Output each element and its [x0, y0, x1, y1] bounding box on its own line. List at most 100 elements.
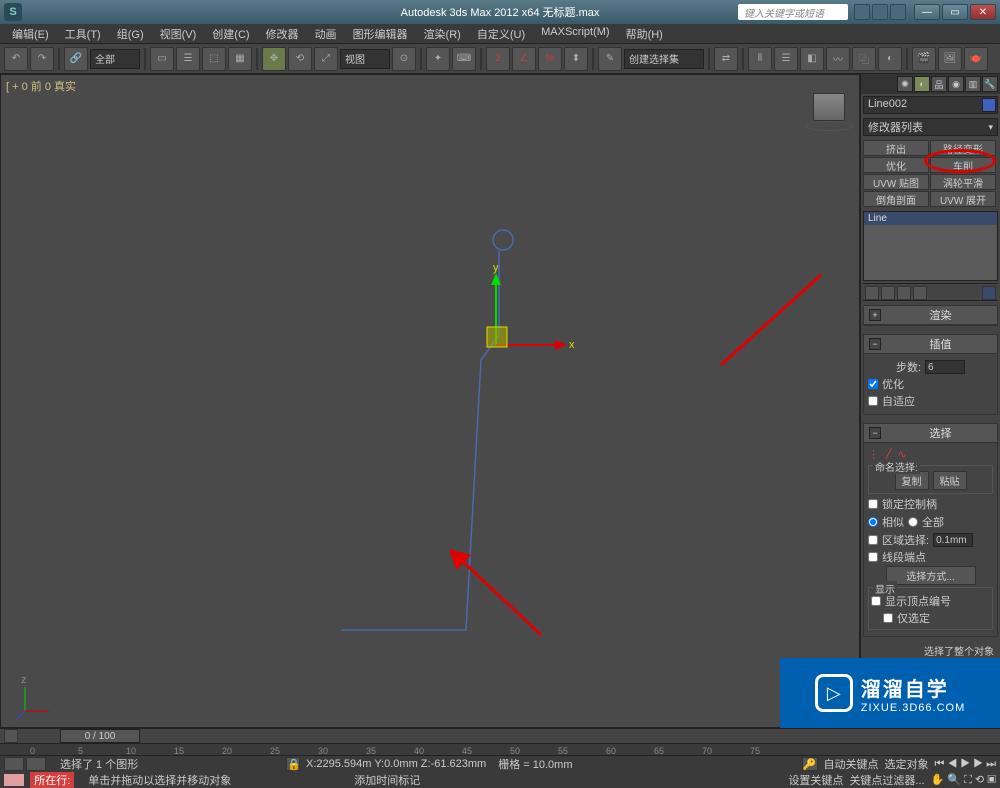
configure-sets-icon[interactable] — [982, 286, 996, 300]
maxscript-listener-icon[interactable] — [4, 757, 24, 771]
stack-item-line[interactable]: Line — [864, 212, 997, 225]
modifier-list-dropdown[interactable]: 修改器列表 — [863, 118, 998, 136]
modifier-pathdeform-button[interactable]: 路径变形 — [930, 140, 996, 156]
steps-spinner[interactable]: 6 — [925, 360, 965, 374]
menu-view[interactable]: 视图(V) — [152, 24, 205, 43]
menu-animation[interactable]: 动画 — [307, 24, 345, 43]
signin-icon[interactable] — [872, 4, 888, 20]
schematic-button[interactable]: ⿻ — [852, 47, 876, 71]
modifier-turbosmooth-button[interactable]: 涡轮平滑 — [930, 174, 996, 190]
show-end-result-icon[interactable] — [881, 286, 895, 300]
zoom-extents-icon[interactable]: ⛶ — [964, 774, 972, 786]
spinner-snap-button[interactable]: ⬍ — [564, 47, 588, 71]
object-color-swatch[interactable] — [982, 98, 996, 112]
filter-dropdown[interactable]: 全部 — [90, 49, 140, 69]
viewport-label[interactable]: [ + 0 前 0 真实 — [6, 78, 76, 94]
graphite-button[interactable]: ◧ — [800, 47, 824, 71]
key-filter-button[interactable]: 关键点过滤器... — [849, 772, 924, 788]
rollout-render-header[interactable]: 渲染 — [864, 306, 997, 325]
named-selection-dropdown[interactable]: 创建选择集 — [624, 49, 704, 69]
segment-end-checkbox[interactable]: 线段端点 — [868, 549, 993, 565]
make-unique-icon[interactable] — [897, 286, 911, 300]
select-button[interactable]: ▭ — [150, 47, 174, 71]
select-name-button[interactable]: ☰ — [176, 47, 200, 71]
add-timetag[interactable]: 添加时间标记 — [354, 772, 420, 788]
rollout-interp-header[interactable]: 插值 — [864, 335, 997, 354]
undo-button[interactable]: ↶ — [4, 47, 28, 71]
material-editor-button[interactable]: ◐ — [878, 47, 902, 71]
menu-edit[interactable]: 编辑(E) — [4, 24, 57, 43]
menu-render[interactable]: 渲染(R) — [416, 24, 469, 43]
window-crossing-button[interactable]: ▦ — [228, 47, 252, 71]
tab-hierarchy-icon[interactable]: 品 — [931, 76, 947, 92]
close-button[interactable]: ✕ — [970, 4, 996, 20]
selected-set-dropdown[interactable]: 选定对象 — [885, 756, 929, 772]
modifier-uvwmap-button[interactable]: UVW 贴图 — [863, 174, 929, 190]
pan-icon[interactable]: ✋ — [931, 774, 945, 786]
pin-stack-icon[interactable] — [865, 286, 879, 300]
lock-icon[interactable]: 🔒 — [286, 757, 300, 771]
modifier-extrude-button[interactable]: 挤出 — [863, 140, 929, 156]
coord-y-field[interactable]: 0.0mm — [384, 758, 418, 770]
render-setup-button[interactable]: 🎬 — [912, 47, 936, 71]
menu-graph-editors[interactable]: 图形编辑器 — [345, 24, 416, 43]
link-button[interactable]: 🔗 — [64, 47, 88, 71]
scale-button[interactable]: ⤢ — [314, 47, 338, 71]
menu-maxscript[interactable]: MAXScript(M) — [533, 24, 617, 43]
menu-group[interactable]: 组(G) — [109, 24, 152, 43]
alike-radio[interactable]: 相似 — [868, 514, 904, 530]
autokey-button[interactable]: 自动关键点 — [824, 756, 879, 772]
timeline-ruler[interactable]: 0 5 10 15 20 25 30 35 40 45 50 55 60 65 … — [0, 744, 1000, 756]
paste-selection-button[interactable]: 粘贴 — [933, 471, 967, 490]
keyboard-shortcut-button[interactable]: ⌨ — [452, 47, 476, 71]
maximize-viewport-icon[interactable]: ▣ — [987, 774, 996, 786]
pivot-button[interactable]: ⊙ — [392, 47, 416, 71]
setkey-button[interactable]: 设置关键点 — [788, 772, 843, 788]
maxscript-mini-icon[interactable] — [26, 757, 46, 771]
key-icon[interactable]: 🔑 — [802, 757, 818, 771]
snap-percent-button[interactable]: % — [538, 47, 562, 71]
tab-display-icon[interactable]: ▥ — [965, 76, 981, 92]
modifier-uvwunwrap-button[interactable]: UVW 展开 — [930, 191, 996, 207]
curve-editor-button[interactable]: 〰 — [826, 47, 850, 71]
tab-motion-icon[interactable]: ◉ — [948, 76, 964, 92]
coord-x-field[interactable]: 2295.594m — [316, 758, 371, 770]
maximize-button[interactable]: ▭ — [942, 4, 968, 20]
snap-2d-button[interactable]: 2 — [486, 47, 510, 71]
layers-button[interactable]: ☰ — [774, 47, 798, 71]
minimize-button[interactable]: — — [914, 4, 940, 20]
remove-modifier-icon[interactable] — [913, 286, 927, 300]
manipulate-button[interactable]: ✦ — [426, 47, 450, 71]
menu-help[interactable]: 帮助(H) — [618, 24, 671, 43]
menu-modifiers[interactable]: 修改器 — [258, 24, 307, 43]
align-button[interactable]: ⫴ — [748, 47, 772, 71]
modifier-bevelprofile-button[interactable]: 倒角剖面 — [863, 191, 929, 207]
menu-create[interactable]: 创建(C) — [204, 24, 257, 43]
time-slider-thumb[interactable]: 0 / 100 — [60, 729, 140, 743]
rendered-frame-button[interactable]: 🖼 — [938, 47, 962, 71]
timeslider-left-icon[interactable] — [4, 729, 18, 743]
selected-only-checkbox[interactable]: 仅选定 — [883, 610, 990, 626]
zoom-icon[interactable]: 🔍 — [947, 774, 961, 786]
area-select-spinner[interactable]: 0.1mm — [933, 533, 973, 547]
render-button[interactable]: 🫖 — [964, 47, 988, 71]
search-icon[interactable] — [854, 4, 870, 20]
search-input[interactable]: 键入关键字或短语 — [738, 4, 848, 20]
coord-z-field[interactable]: -61.623mm — [431, 758, 487, 770]
modifier-stack[interactable]: Line — [863, 211, 998, 281]
refcoord-dropdown[interactable]: 视图 — [340, 49, 390, 69]
adaptive-checkbox[interactable]: 自适应 — [868, 393, 993, 409]
menu-tools[interactable]: 工具(T) — [57, 24, 109, 43]
tab-utilities-icon[interactable]: 🔧 — [982, 76, 998, 92]
area-select-checkbox[interactable]: 区域选择: 0.1mm — [868, 532, 993, 548]
redo-button[interactable]: ↷ — [30, 47, 54, 71]
help-icon[interactable] — [890, 4, 906, 20]
rotate-button[interactable]: ⟲ — [288, 47, 312, 71]
tab-modify-icon[interactable]: ◐ — [914, 76, 930, 92]
all-radio[interactable]: 全部 — [908, 514, 944, 530]
modifier-lathe-button[interactable]: 车削 — [930, 157, 996, 173]
listener-output[interactable] — [4, 774, 24, 786]
viewport[interactable]: y x z — [0, 74, 860, 728]
lock-handles-checkbox[interactable]: 锁定控制柄 — [868, 496, 993, 512]
snap-angle-button[interactable]: ∠ — [512, 47, 536, 71]
